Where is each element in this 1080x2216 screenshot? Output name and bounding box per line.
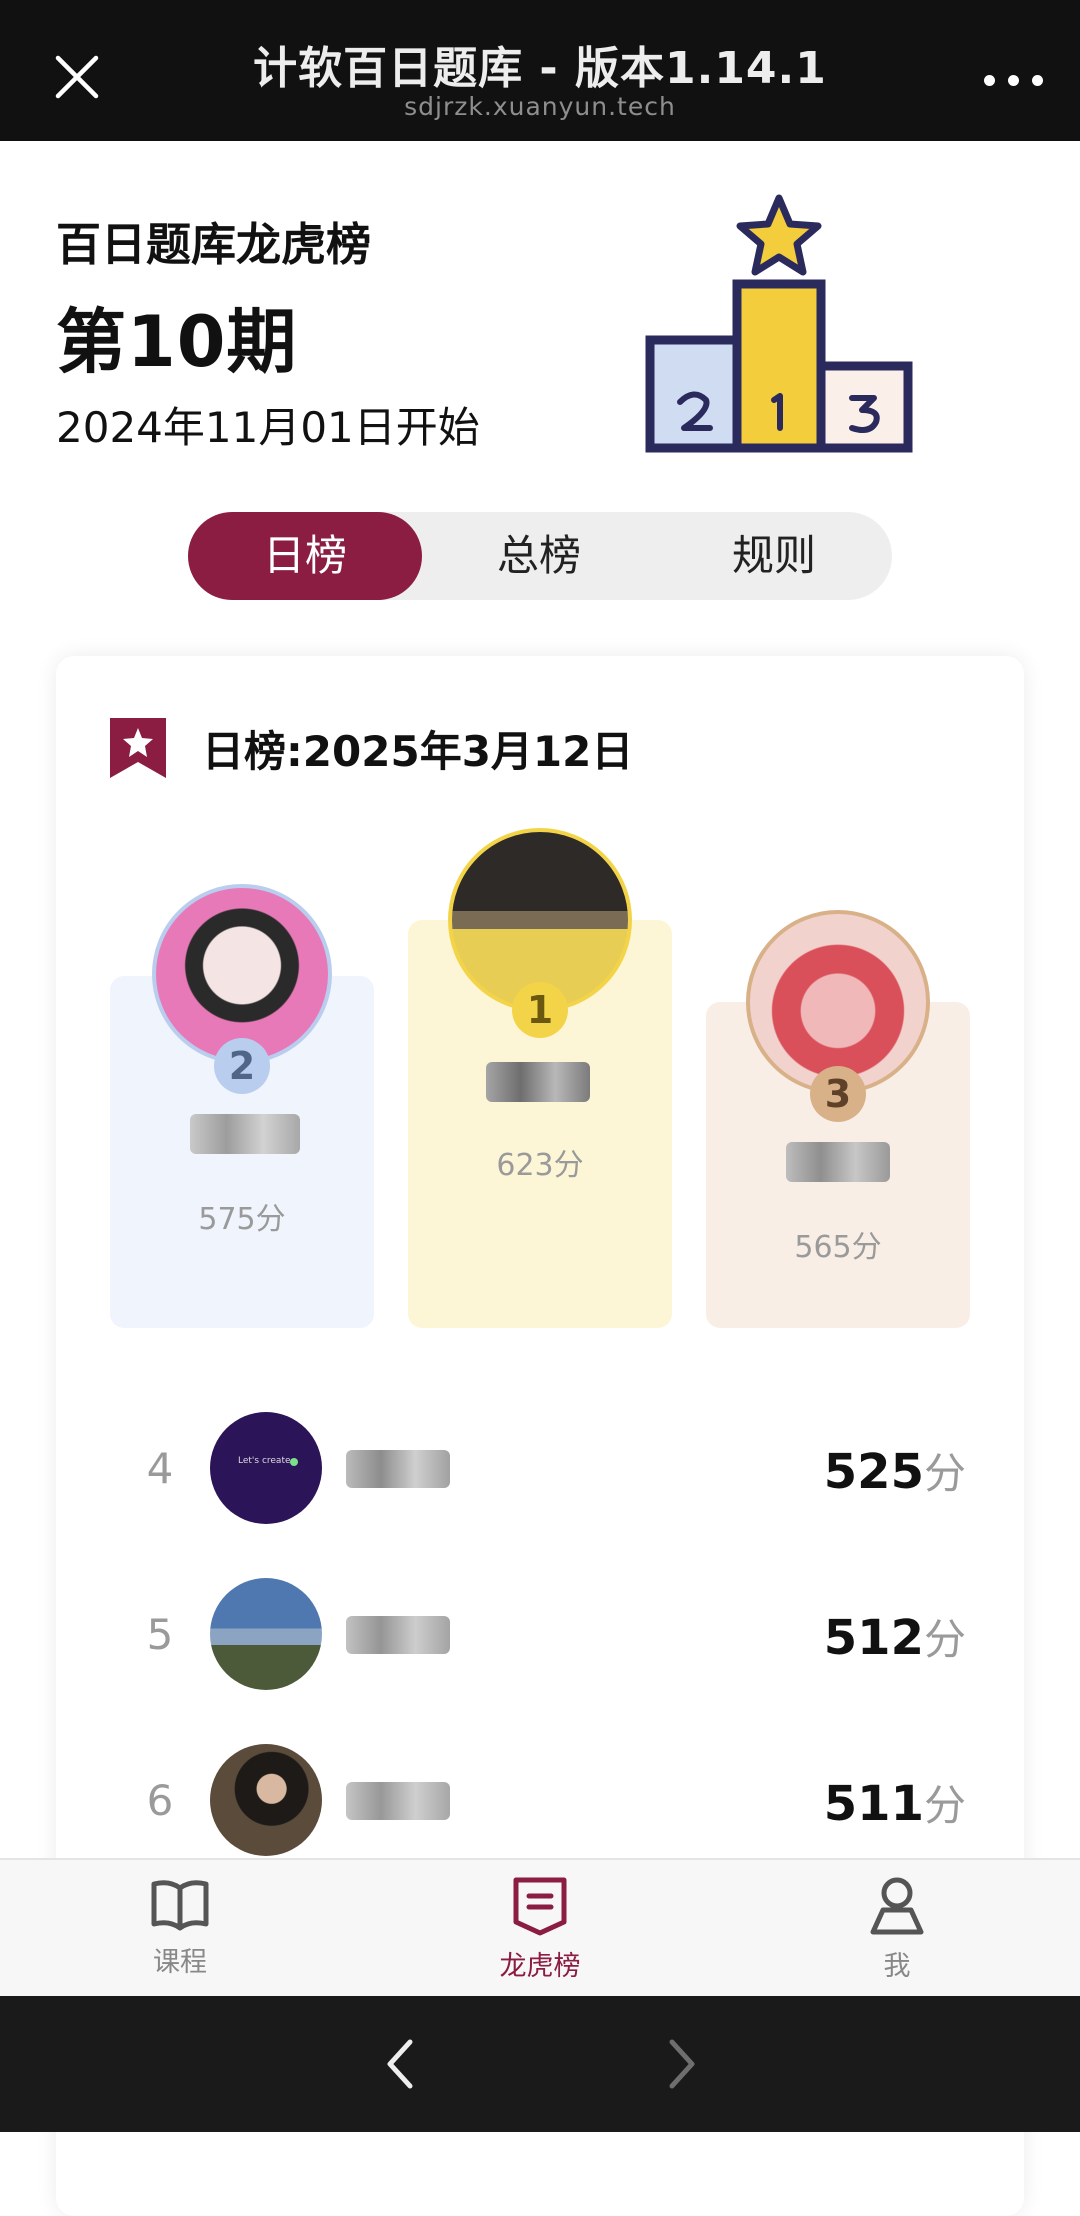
rank-badge-1: 1 <box>512 982 568 1038</box>
score-value: 511 <box>823 1776 924 1832</box>
score-third: 565分 <box>794 1230 882 1265</box>
nav-leaderboard[interactable]: 龙虎榜 <box>440 1876 640 1983</box>
score-unit: 分 <box>923 1615 966 1664</box>
score-value: 525 <box>823 1444 924 1500</box>
score-second: 575分 <box>198 1202 286 1237</box>
row-rank: 4 <box>146 1444 174 1493</box>
podium-star-illustration <box>645 194 913 453</box>
row-score: 512分 <box>824 1606 966 1667</box>
score-unit: 分 <box>923 1781 966 1830</box>
start-date: 2024年11月01日开始 <box>56 403 480 452</box>
status-dot <box>290 1458 298 1466</box>
browser-controls <box>0 1996 1080 2132</box>
issue-number: 第10期 <box>56 301 298 383</box>
page-url: sdjrzk.xuanyun.tech <box>404 92 676 121</box>
avatar[interactable]: Let's create <box>210 1412 322 1524</box>
row-score: 511分 <box>824 1772 966 1833</box>
leaderboard-icon <box>513 1877 567 1936</box>
tab-daily[interactable]: 日榜 <box>188 512 422 600</box>
nav-label: 我 <box>883 1951 911 1982</box>
browser-top-bar: 计软百日题库 - 版本1.14.1 sdjrzk.xuanyun.tech <box>0 0 1080 141</box>
avatar[interactable] <box>210 1578 322 1690</box>
bottom-navigation: 课程 龙虎榜 我 <box>0 1858 1080 1998</box>
page-title: 计软百日题库 - 版本1.14.1 <box>253 43 827 94</box>
ranking-tabs: 日榜 总榜 规则 <box>188 512 892 600</box>
bookmark-star-icon <box>110 718 166 778</box>
user-name-blurred <box>346 1616 450 1654</box>
nav-courses[interactable]: 课程 <box>80 1876 280 1979</box>
avatar[interactable] <box>152 884 332 1064</box>
more-dots-icon[interactable] <box>984 72 1044 88</box>
back-arrow-icon[interactable] <box>380 2036 420 2092</box>
avatar-text: Let's create <box>238 1456 291 1466</box>
score-value: 512 <box>823 1610 924 1666</box>
user-name-blurred <box>346 1450 450 1488</box>
user-name-blurred <box>190 1114 300 1154</box>
book-icon <box>151 1880 209 1931</box>
score-unit: 分 <box>923 1449 966 1498</box>
row-rank: 5 <box>146 1610 174 1659</box>
score-first: 623分 <box>496 1148 584 1183</box>
nav-label: 课程 <box>153 1947 207 1978</box>
tab-overall[interactable]: 总榜 <box>422 512 656 600</box>
row-score: 525分 <box>824 1440 966 1501</box>
forward-arrow-icon[interactable] <box>662 2036 702 2092</box>
rank-badge-3: 3 <box>810 1066 866 1122</box>
user-name-blurred <box>486 1062 590 1102</box>
user-name-blurred <box>346 1782 450 1820</box>
rank-badge-2: 2 <box>214 1038 270 1094</box>
row-rank: 6 <box>146 1776 174 1825</box>
avatar[interactable] <box>210 1744 322 1856</box>
tab-rules[interactable]: 规则 <box>656 512 892 600</box>
person-icon <box>870 1877 924 1935</box>
nav-me[interactable]: 我 <box>797 1876 997 1983</box>
nav-label: 龙虎榜 <box>499 1951 581 1982</box>
board-name: 百日题库龙虎榜 <box>56 218 372 271</box>
leaderboard-title: 日榜:2025年3月12日 <box>202 727 634 776</box>
user-name-blurred <box>786 1142 890 1182</box>
